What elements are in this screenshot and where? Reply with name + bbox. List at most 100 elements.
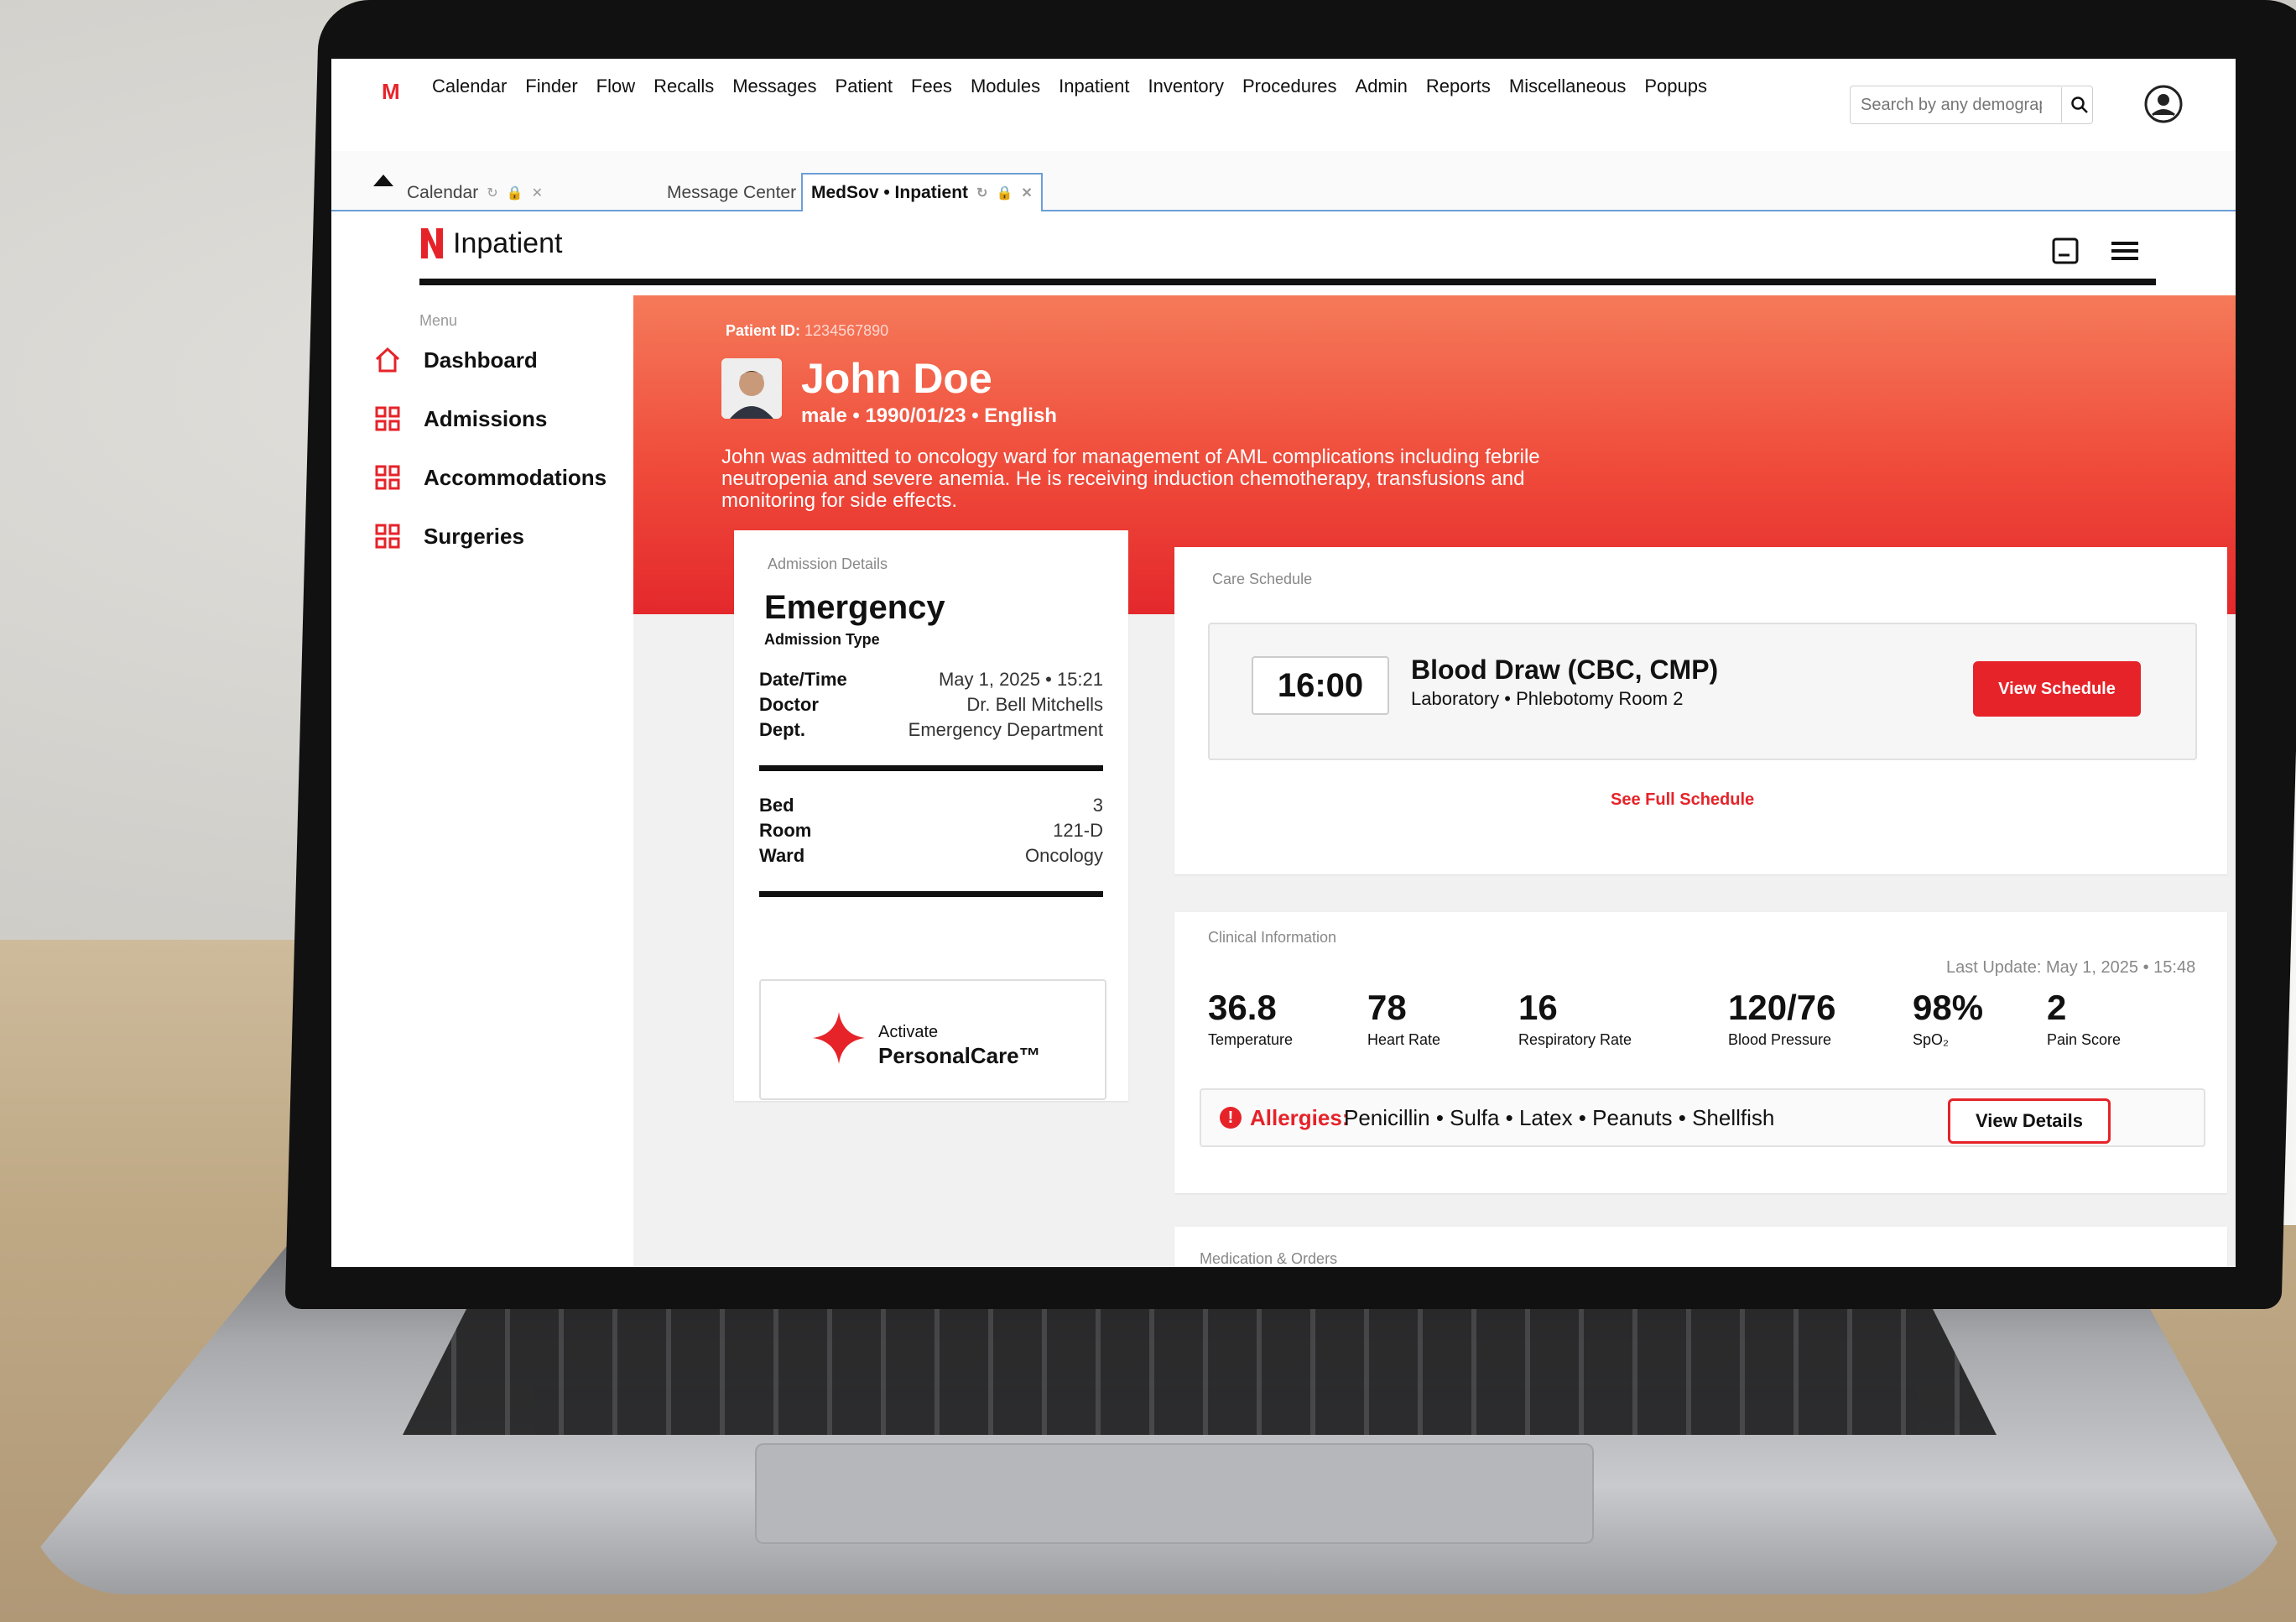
search-input[interactable] xyxy=(1850,86,2093,124)
clinical-information-card: Clinical Information Last Update: May 1,… xyxy=(1174,912,2227,1193)
detail-row: Dept. Emergency Department xyxy=(759,719,1103,740)
header-divider xyxy=(419,279,2156,285)
detail-row: Room 121-D xyxy=(759,820,1103,841)
grid-icon xyxy=(375,406,400,431)
brand-logo-icon xyxy=(421,228,443,258)
lock-icon[interactable]: 🔒 xyxy=(996,185,1013,201)
alert-icon: ! xyxy=(1220,1107,1242,1129)
sidebar-item-surgeries[interactable]: Surgeries xyxy=(373,522,524,550)
menu-item-patient[interactable]: Patient xyxy=(836,76,893,97)
menu-item-calendar[interactable]: Calendar xyxy=(432,76,507,97)
sidebar-item-label: Admissions xyxy=(424,405,548,431)
schedule-time: 16:00 xyxy=(1252,656,1389,715)
menu-item-messages[interactable]: Messages xyxy=(732,76,816,97)
home-icon xyxy=(375,347,400,373)
laptop-trackpad xyxy=(755,1443,1594,1544)
top-app-bar: M Calendar Finder Flow Recalls Messages … xyxy=(331,59,2236,152)
schedule-item: 16:00 Blood Draw (CBC, CMP) Laboratory •… xyxy=(1208,623,2197,760)
card-label: Care Schedule xyxy=(1212,571,1313,587)
patient-meta: male • 1990/01/23 • English xyxy=(801,404,1057,427)
vital-blood-pressure: 120/76 Blood Pressure xyxy=(1728,988,1836,1048)
admission-details-card: Admission Details Emergency Admission Ty… xyxy=(734,530,1128,1101)
view-details-button[interactable]: View Details xyxy=(1948,1098,2111,1144)
tab-bar: Calendar ↻ 🔒 ✕ Message Center ↻ 🔒 ✕ MedS… xyxy=(331,151,2236,211)
screen: M Calendar Finder Flow Recalls Messages … xyxy=(331,59,2236,1267)
sidebar-item-dashboard[interactable]: Dashboard xyxy=(373,346,538,374)
menu-item-recalls[interactable]: Recalls xyxy=(653,76,714,97)
user-account-icon[interactable] xyxy=(2143,84,2184,124)
sparkle-icon xyxy=(813,1012,865,1064)
grid-icon xyxy=(375,524,400,549)
refresh-icon[interactable]: ↻ xyxy=(487,185,497,201)
hamburger-menu-icon[interactable] xyxy=(2110,237,2140,265)
sidebar-menu-label: Menu xyxy=(419,312,458,329)
admission-type-label: Admission Type xyxy=(764,631,880,648)
app-header: Inpatient xyxy=(331,211,2236,295)
detail-row: Bed 3 xyxy=(759,795,1103,816)
divider xyxy=(759,765,1103,771)
menu-item-admin[interactable]: Admin xyxy=(1356,76,1408,97)
detail-row: Doctor Dr. Bell Mitchells xyxy=(759,694,1103,715)
divider xyxy=(759,891,1103,897)
header-icons xyxy=(2051,237,2140,265)
sidebar-item-accommodations[interactable]: Accommodations xyxy=(373,463,607,492)
brand-title: Inpatient xyxy=(453,227,563,259)
detail-row: Date/Time May 1, 2025 • 15:21 xyxy=(759,669,1103,690)
close-icon[interactable]: ✕ xyxy=(1021,185,1032,201)
allergies-label: Allergies: xyxy=(1250,1105,1350,1130)
menu-item-inventory[interactable]: Inventory xyxy=(1148,76,1225,97)
vital-respiratory-rate: 16 Respiratory Rate xyxy=(1518,988,1632,1048)
vital-pain-score: 2 Pain Score xyxy=(2047,988,2122,1048)
tab-label: MedSov • Inpatient xyxy=(811,183,969,202)
sidebar-item-admissions[interactable]: Admissions xyxy=(373,404,547,433)
grid-icon xyxy=(375,465,400,490)
tab-label: Message Center xyxy=(667,183,797,202)
menu-item-finder[interactable]: Finder xyxy=(525,76,577,97)
main-content: Patient ID: 1234567890 John Doe male • 1… xyxy=(633,295,2236,1267)
collapse-caret-icon[interactable] xyxy=(373,175,393,186)
menu-item-reports[interactable]: Reports xyxy=(1426,76,1491,97)
app-logo[interactable]: M xyxy=(382,79,400,105)
activate-label: Activate xyxy=(878,1023,939,1041)
detail-row: Ward Oncology xyxy=(759,845,1103,866)
patient-name: John Doe xyxy=(801,355,992,402)
admission-type-value: Emergency xyxy=(764,589,945,626)
card-label: Medication & Orders xyxy=(1200,1250,1338,1267)
panel-icon[interactable] xyxy=(2051,237,2080,265)
last-update: Last Update: May 1, 2025 • 15:48 xyxy=(1946,958,2196,977)
menu-item-miscellaneous[interactable]: Miscellaneous xyxy=(1509,76,1626,97)
patient-description: John was admitted to oncology ward for m… xyxy=(721,446,1540,512)
vital-spo2: 98% SpO₂ xyxy=(1913,988,1984,1048)
card-label: Clinical Information xyxy=(1208,929,1337,946)
close-icon[interactable]: ✕ xyxy=(532,185,543,201)
menu-item-procedures[interactable]: Procedures xyxy=(1242,76,1337,97)
lock-icon[interactable]: 🔒 xyxy=(507,185,523,201)
search-icon xyxy=(2071,96,2088,113)
care-schedule-card: Care Schedule 16:00 Blood Draw (CBC, CMP… xyxy=(1174,547,2227,874)
tab-label: Calendar xyxy=(407,183,479,202)
sidebar-item-label: Accommodations xyxy=(424,464,607,490)
search-button[interactable] xyxy=(2061,87,2097,123)
schedule-subtitle: Laboratory • Phlebotomy Room 2 xyxy=(1411,688,1684,709)
menu-item-inpatient[interactable]: Inpatient xyxy=(1059,76,1129,97)
view-schedule-button[interactable]: View Schedule xyxy=(1973,661,2141,717)
see-full-schedule-link[interactable]: See Full Schedule xyxy=(1611,790,1754,810)
refresh-icon[interactable]: ↻ xyxy=(976,185,987,201)
allergies-list: Penicillin • Sulfa • Latex • Peanuts • S… xyxy=(1344,1105,1775,1130)
menu-item-fees[interactable]: Fees xyxy=(911,76,952,97)
personalcare-label: PersonalCare™ xyxy=(878,1043,1041,1068)
schedule-title: Blood Draw (CBC, CMP) xyxy=(1411,655,1719,685)
main-menu: Calendar Finder Flow Recalls Messages Pa… xyxy=(432,76,1707,97)
menu-item-modules[interactable]: Modules xyxy=(971,76,1040,97)
menu-item-popups[interactable]: Popups xyxy=(1644,76,1707,97)
tab-calendar[interactable]: Calendar ↻ 🔒 ✕ xyxy=(398,176,551,210)
avatar xyxy=(721,358,782,419)
menu-item-flow[interactable]: Flow xyxy=(596,76,635,97)
tab-medsov-inpatient[interactable]: MedSov • Inpatient ↻ 🔒 ✕ xyxy=(801,173,1043,211)
activate-personalcare-button[interactable]: Activate PersonalCare™ xyxy=(759,979,1106,1100)
allergies-bar: ! Allergies: Penicillin • Sulfa • Latex … xyxy=(1200,1088,2205,1147)
card-label: Admission Details xyxy=(768,555,888,572)
sidebar: Menu Dashboard Admissions Accommodations… xyxy=(331,295,633,1267)
medication-orders-card: Medication & Orders xyxy=(1174,1227,2227,1267)
vital-temperature: 36.8 Temperature xyxy=(1208,988,1294,1048)
